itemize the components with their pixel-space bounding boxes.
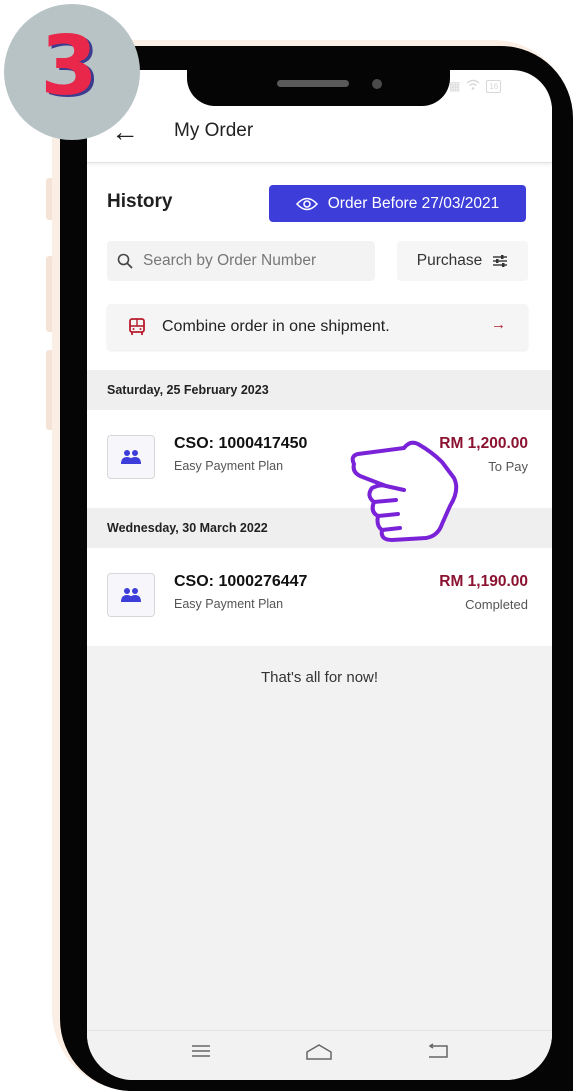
date-header: Saturday, 25 February 2023 — [87, 370, 552, 410]
order-before-button[interactable]: Order Before 27/03/2021 — [269, 185, 526, 222]
users-icon — [107, 435, 155, 479]
bus-icon — [128, 318, 146, 336]
wifi-icon — [466, 79, 480, 93]
date-label: Wednesday, 30 March 2022 — [107, 521, 268, 535]
pointing-hand-icon — [346, 436, 468, 549]
order-status: Completed — [465, 597, 528, 612]
combine-shipment-text: Combine order in one shipment. — [162, 318, 390, 335]
purchase-filter-button[interactable]: Purchase — [397, 241, 528, 281]
phone-screen: ← My Order History Order Before 27/03/20… — [87, 70, 552, 1080]
order-plan: Easy Payment Plan — [174, 459, 284, 473]
order-row[interactable]: CSO: 1000417450 Easy Payment Plan RM 1,2… — [87, 410, 552, 505]
menu-icon[interactable] — [191, 1043, 211, 1059]
battery-icon: 16 — [486, 79, 502, 93]
purchase-filter-label: Purchase — [416, 252, 483, 269]
order-number: CSO: 1000417450 — [174, 435, 308, 452]
page-title: My Order — [174, 120, 254, 141]
search-input[interactable]: Search by Order Number — [107, 241, 375, 281]
list-end-area — [87, 646, 552, 1030]
signal-icon: ▦ — [449, 79, 461, 93]
date-label: Saturday, 25 February 2023 — [107, 383, 269, 397]
order-number: CSO: 1000276447 — [174, 573, 308, 590]
order-before-label: Order Before 27/03/2021 — [327, 194, 500, 212]
history-title: History — [107, 191, 173, 212]
filter-sliders-icon — [492, 254, 508, 268]
date-header: Wednesday, 30 March 2022 — [87, 508, 552, 548]
search-icon — [117, 253, 133, 269]
status-time: 2:18 — [148, 80, 175, 95]
step-badge: 3 — [4, 4, 140, 140]
combine-shipment-banner[interactable]: Combine order in one shipment. → — [107, 304, 528, 350]
order-plan: Easy Payment Plan — [174, 597, 284, 611]
order-status: To Pay — [488, 459, 528, 474]
app-bar: ← My Order — [87, 106, 552, 163]
search-placeholder: Search by Order Number — [143, 252, 317, 269]
users-icon — [107, 573, 155, 617]
eye-icon — [295, 197, 318, 211]
front-camera — [372, 79, 382, 89]
end-of-list-note: That's all for now! — [260, 669, 379, 686]
order-row[interactable]: CSO: 1000276447 Easy Payment Plan RM 1,1… — [87, 548, 552, 643]
status-icons: ▦ 16 — [449, 79, 502, 93]
arrow-right-icon: → — [491, 316, 506, 333]
home-icon[interactable] — [305, 1043, 333, 1061]
step-number: 3 — [40, 18, 98, 114]
order-amount: RM 1,190.00 — [439, 573, 528, 590]
back-icon[interactable] — [427, 1043, 449, 1059]
earpiece-speaker — [277, 80, 349, 87]
system-navigation-bar — [87, 1030, 552, 1080]
